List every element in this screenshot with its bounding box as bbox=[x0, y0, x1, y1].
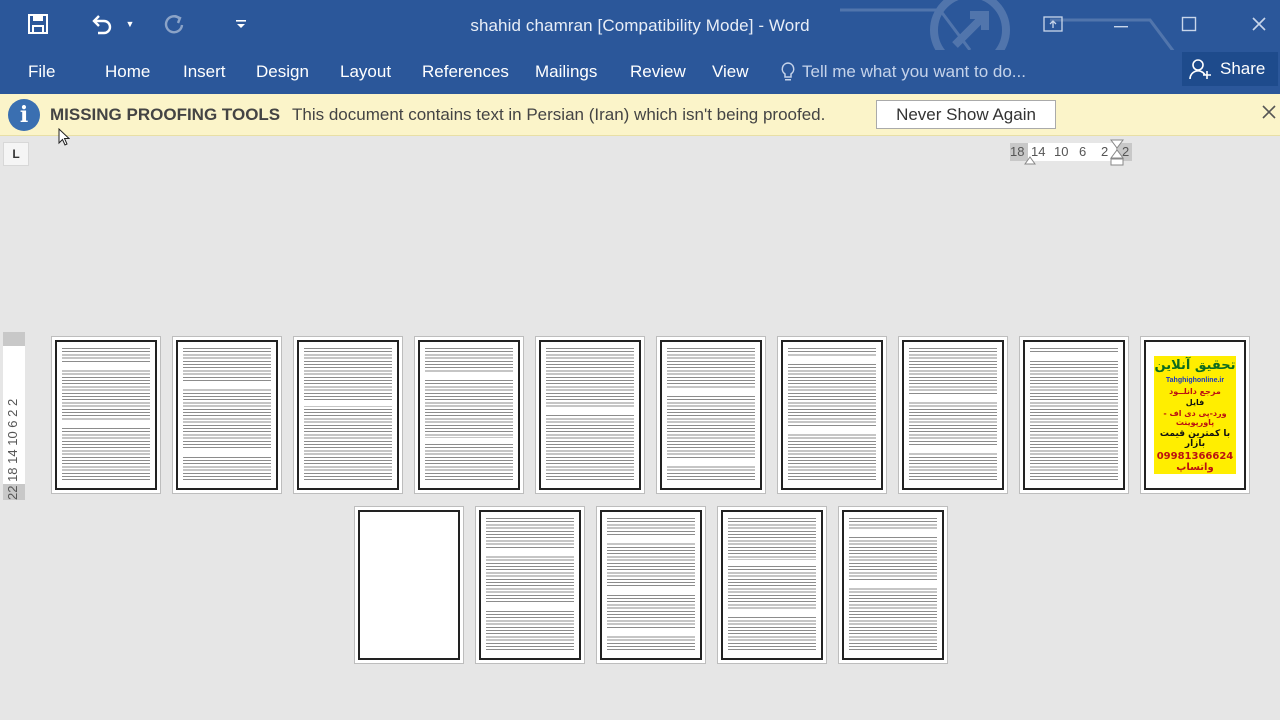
ad-line: مرجع دانلــود bbox=[1169, 387, 1221, 396]
minimize-icon bbox=[1114, 26, 1128, 28]
page-thumbnail[interactable] bbox=[172, 336, 282, 494]
page-thumbnail[interactable] bbox=[717, 506, 827, 664]
tab-view[interactable]: View bbox=[712, 58, 749, 86]
page-thumbnail[interactable] bbox=[777, 336, 887, 494]
page-thumbnail-blank[interactable] bbox=[354, 506, 464, 664]
horizontal-ruler[interactable]: 18 14 10 6 2 2 bbox=[1010, 139, 1132, 166]
tell-me-placeholder: Tell me what you want to do... bbox=[802, 62, 1026, 81]
tab-review[interactable]: Review bbox=[630, 58, 686, 86]
ad-line: 09981366624 واتساپ bbox=[1156, 451, 1234, 473]
close-icon bbox=[1262, 105, 1276, 119]
tab-design[interactable]: Design bbox=[256, 58, 309, 86]
hanging-indent-marker-icon[interactable] bbox=[1110, 139, 1124, 169]
ruler-mark: 18 bbox=[1010, 144, 1025, 159]
tab-layout[interactable]: Layout bbox=[340, 58, 391, 86]
page-thumbnail[interactable] bbox=[898, 336, 1008, 494]
message-title: MISSING PROOFING TOOLS bbox=[50, 105, 281, 124]
share-button[interactable]: Share bbox=[1182, 52, 1278, 86]
ad-line: تحقیق آنلاین bbox=[1154, 358, 1236, 373]
close-icon bbox=[1252, 17, 1266, 31]
tab-insert[interactable]: Insert bbox=[183, 58, 226, 86]
message-text: This document contains text in Persian (… bbox=[292, 105, 826, 124]
tell-me-search[interactable]: Tell me what you want to do... bbox=[780, 58, 1026, 86]
ruler-mark: 10 bbox=[1054, 144, 1069, 159]
close-message-bar-button[interactable] bbox=[1262, 102, 1276, 125]
info-icon: i bbox=[8, 99, 40, 131]
tab-selector[interactable]: L bbox=[3, 142, 29, 166]
page-thumbnail[interactable] bbox=[838, 506, 948, 664]
page-thumbnail[interactable] bbox=[596, 506, 706, 664]
page-thumbnail[interactable] bbox=[293, 336, 403, 494]
close-window-button[interactable] bbox=[1236, 8, 1280, 40]
page-thumbnail[interactable] bbox=[475, 506, 585, 664]
page-thumbnail-ad[interactable]: تحقیق آنلاین Tahghighonline.ir مرجع دانل… bbox=[1140, 336, 1250, 494]
lightbulb-icon bbox=[781, 62, 795, 81]
mouse-cursor-icon bbox=[58, 128, 70, 146]
title-bar: ▼ shahid chamran [Compatibility Mode] - … bbox=[0, 0, 1280, 50]
ad-line: با کمترین قیمت بازار bbox=[1159, 429, 1231, 449]
vertical-ruler-marks: 22 18 14 10 6 2 2 bbox=[5, 398, 20, 500]
indent-marker-icon[interactable] bbox=[1024, 153, 1036, 165]
vertical-ruler[interactable]: 22 18 14 10 6 2 2 bbox=[3, 332, 25, 500]
share-label: Share bbox=[1220, 59, 1266, 78]
person-icon bbox=[1189, 59, 1211, 80]
ribbon-tabs: File Home Insert Design Layout Reference… bbox=[0, 50, 1280, 94]
page-thumbnail[interactable] bbox=[1019, 336, 1129, 494]
ribbon-display-options-button[interactable] bbox=[1030, 8, 1076, 40]
page-thumbnail[interactable] bbox=[535, 336, 645, 494]
tab-references[interactable]: References bbox=[422, 58, 509, 86]
page-thumbnail[interactable] bbox=[656, 336, 766, 494]
page-thumbnail[interactable] bbox=[414, 336, 524, 494]
tab-mailings[interactable]: Mailings bbox=[535, 58, 597, 86]
ruler-mark: 2 bbox=[1101, 144, 1109, 159]
ribbon-display-icon bbox=[1043, 16, 1063, 32]
maximize-icon bbox=[1181, 16, 1197, 32]
tab-file[interactable]: File bbox=[28, 58, 55, 86]
message-bar: i MISSING PROOFING TOOLS This document c… bbox=[0, 94, 1280, 136]
maximize-button[interactable] bbox=[1166, 8, 1212, 40]
document-title: shahid chamran [Compatibility Mode] - Wo… bbox=[470, 16, 810, 35]
tab-home[interactable]: Home bbox=[105, 58, 150, 86]
never-show-again-button[interactable]: Never Show Again bbox=[876, 100, 1056, 129]
minimize-button[interactable] bbox=[1098, 8, 1144, 40]
ruler-mark: 6 bbox=[1079, 144, 1087, 159]
page-thumbnail[interactable] bbox=[51, 336, 161, 494]
ad-line: فایل bbox=[1185, 398, 1205, 407]
ad-line: Tahghighonline.ir bbox=[1165, 377, 1225, 384]
ad-line: ورد-پی دی اف - پاورپوینت bbox=[1163, 409, 1227, 427]
advertisement-banner: تحقیق آنلاین Tahghighonline.ir مرجع دانل… bbox=[1154, 356, 1236, 474]
